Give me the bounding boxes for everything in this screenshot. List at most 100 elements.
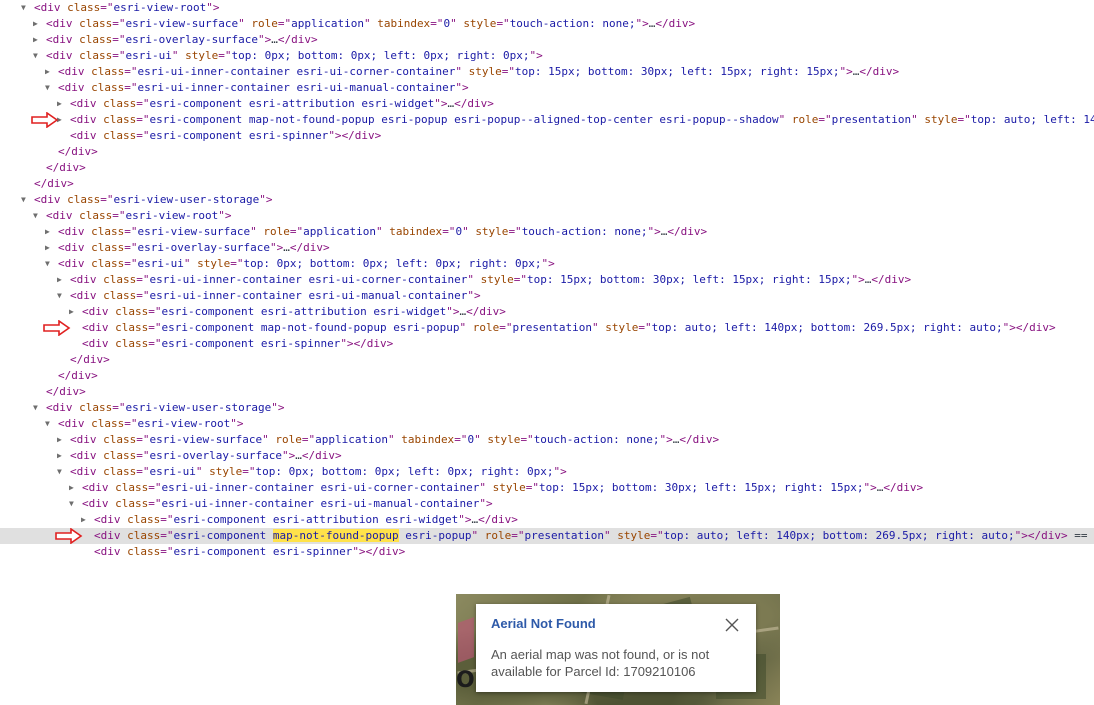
tree-token: "> [271, 401, 285, 414]
tree-token: " [471, 529, 485, 542]
tree-node[interactable]: ▶ <div class="esri-overlay-surface">…</di… [0, 240, 1094, 256]
tree-token: </div> [1015, 321, 1056, 334]
expand-right-icon[interactable]: ▶ [33, 16, 42, 32]
tree-token: =" [289, 225, 304, 238]
tree-token: </div> [34, 177, 74, 190]
tree-node[interactable]: ▼ <div class="esri-view-root"> [0, 416, 1094, 432]
expand-down-icon[interactable]: ▼ [69, 496, 78, 512]
tree-node[interactable]: ▼ <div class="esri-view-root"> [0, 0, 1094, 16]
tree-node[interactable]: </div> [0, 352, 1094, 368]
tree-node[interactable]: ▶ <div class="esri-ui-inner-container esr… [0, 64, 1094, 80]
tree-node[interactable]: ▶ <div class="esri-view-surface" role="ap… [0, 224, 1094, 240]
expand-down-icon[interactable]: ▼ [33, 48, 42, 64]
tree-node[interactable]: <div class="esri-component map-not-found… [0, 320, 1094, 336]
tree-token: =" [124, 417, 138, 430]
expand-down-icon[interactable]: ▼ [45, 416, 54, 432]
expand-down-icon[interactable]: ▼ [33, 400, 42, 416]
tree-node[interactable]: ▶ <div class="esri-view-surface" role="ap… [0, 432, 1094, 448]
expand-right-icon[interactable]: ▶ [45, 64, 54, 80]
tree-token: <div [58, 225, 92, 238]
tree-token: role [484, 529, 512, 542]
tree-token: esri-ui [125, 49, 172, 62]
expand-right-icon[interactable]: ▶ [57, 96, 66, 112]
tree-node[interactable]: <div class="esri-component esri-spinner"… [0, 544, 1094, 560]
tree-node[interactable]: ▼ <div class="esri-ui" style="top: 0px; b… [0, 48, 1094, 64]
tree-node[interactable]: </div> [0, 160, 1094, 176]
tree-node[interactable]: ▶ <div class="esri-component map-not-foun… [0, 112, 1094, 128]
tree-token: =" [148, 321, 162, 334]
tree-node[interactable]: ▼ <div class="esri-view-root"> [0, 208, 1094, 224]
tree-node[interactable]: <div class="esri-component esri-spinner"… [0, 128, 1094, 144]
tree-node[interactable]: ▶ <div class="esri-view-surface" role="ap… [0, 16, 1094, 32]
tree-token: <div [58, 65, 92, 78]
tree-token: esri-ui [149, 465, 196, 478]
tree-token: </div> [454, 97, 494, 110]
tree-node[interactable]: ▶ <div class="esri-overlay-surface">…</di… [0, 448, 1094, 464]
tree-node[interactable]: ▼ <div class="esri-ui-inner-container esr… [0, 288, 1094, 304]
tree-token: class [103, 449, 137, 462]
tree-token: class [127, 513, 161, 526]
tree-token: <div [46, 49, 80, 62]
tree-node[interactable]: <div class="esri-component esri-spinner"… [0, 336, 1094, 352]
tree-token: top: 0px; bottom: 0px; left: 0px; right:… [231, 49, 530, 62]
tree-token: =" [160, 529, 174, 542]
tree-node[interactable]: ▶ <div class="esri-ui-inner-container esr… [0, 480, 1094, 496]
tree-token: =" [100, 193, 114, 206]
expand-right-icon[interactable]: ▶ [69, 304, 78, 320]
tree-token: <div [34, 1, 68, 14]
tree-node[interactable]: <div class="esri-component map-not-found… [0, 528, 1094, 544]
expand-right-icon[interactable]: ▶ [45, 240, 54, 256]
tree-node[interactable]: ▼ <div class="esri-ui-inner-container esr… [0, 80, 1094, 96]
close-icon[interactable] [724, 617, 740, 633]
tree-node[interactable]: ▼ <div class="esri-ui" style="top: 0px; b… [0, 464, 1094, 480]
tree-token: </div> [58, 145, 98, 158]
tree-token: top: auto; left: 140px; bottom: 269.5px;… [651, 321, 1003, 334]
tree-token: class [79, 401, 113, 414]
tree-token: =" [442, 225, 456, 238]
tree-node[interactable]: ▶ <div class="esri-component esri-attribu… [0, 304, 1094, 320]
tree-token: " [911, 113, 925, 126]
tree-node[interactable]: ▼ <div class="esri-ui" style="top: 0px; b… [0, 256, 1094, 272]
tree-token: " [363, 17, 378, 30]
tree-node[interactable]: ▼ <div class="esri-view-user-storage"> [0, 400, 1094, 416]
tree-node[interactable]: </div> [0, 368, 1094, 384]
tree-token: =" [148, 497, 162, 510]
expand-down-icon[interactable]: ▼ [57, 288, 66, 304]
expand-right-icon[interactable]: ▶ [57, 432, 66, 448]
expand-right-icon[interactable]: ▶ [57, 448, 66, 464]
expand-down-icon[interactable]: ▼ [21, 192, 30, 208]
tree-node[interactable]: ▶ <div class="esri-overlay-surface">…</di… [0, 32, 1094, 48]
expand-down-icon[interactable]: ▼ [45, 80, 54, 96]
tree-node[interactable]: ▶ <div class="esri-component esri-attribu… [0, 512, 1094, 528]
expand-down-icon[interactable]: ▼ [57, 464, 66, 480]
tree-node[interactable]: ▼ <div class="esri-ui-inner-container esr… [0, 496, 1094, 512]
tree-token: <div [70, 289, 104, 302]
tree-token: esri-view-root [113, 1, 207, 14]
tree-token: =" [148, 337, 162, 350]
expand-right-icon[interactable]: ▶ [33, 32, 42, 48]
expand-right-icon[interactable]: ▶ [69, 480, 78, 496]
tree-node[interactable]: ▼ <div class="esri-view-user-storage"> [0, 192, 1094, 208]
tree-node[interactable]: </div> [0, 176, 1094, 192]
tree-token: =" [124, 225, 138, 238]
tree-node[interactable]: ▶ <div class="esri-component esri-attribu… [0, 96, 1094, 112]
tree-node[interactable]: </div> [0, 384, 1094, 400]
tree-token: <div [46, 209, 80, 222]
expand-down-icon[interactable]: ▼ [45, 256, 54, 272]
expand-right-icon[interactable]: ▶ [57, 272, 66, 288]
tree-token: touch-action: none; [521, 225, 648, 238]
tree-node[interactable]: ▶ <div class="esri-ui-inner-container esr… [0, 272, 1094, 288]
tree-token: presentation [524, 529, 605, 542]
tree-token: </div> [859, 65, 900, 78]
expand-right-icon[interactable]: ▶ [81, 512, 90, 528]
expand-right-icon[interactable]: ▶ [45, 224, 54, 240]
tree-token: " [387, 433, 402, 446]
expand-down-icon[interactable]: ▼ [33, 208, 42, 224]
tree-token: "> [541, 257, 555, 270]
tree-token: </div> [301, 449, 342, 462]
tree-token: <div [82, 481, 116, 494]
tree-token: … [271, 33, 278, 46]
tree-node[interactable]: </div> [0, 144, 1094, 160]
tree-token: style [605, 321, 639, 334]
expand-down-icon[interactable]: ▼ [21, 0, 30, 16]
